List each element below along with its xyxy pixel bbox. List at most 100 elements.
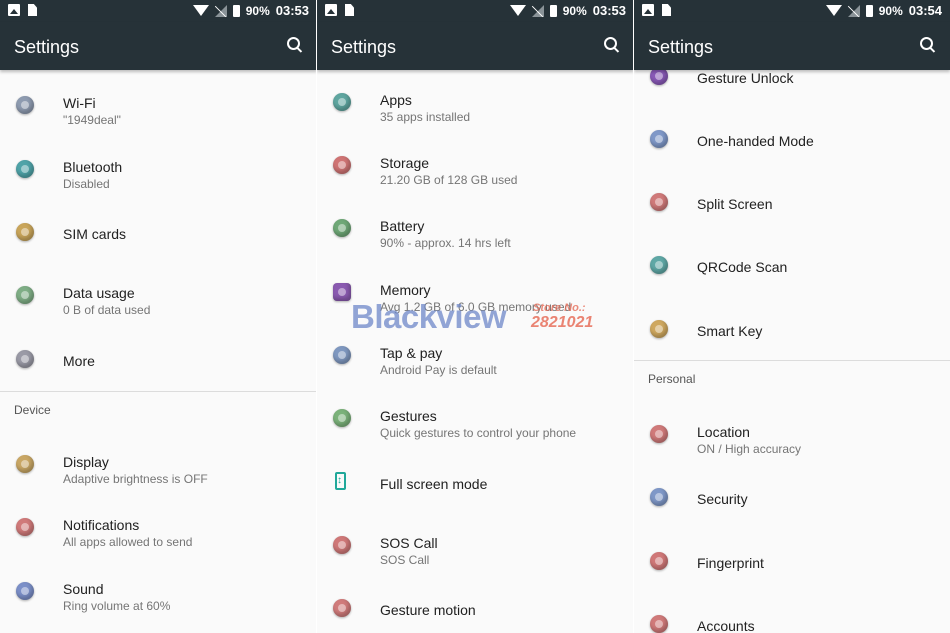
setting-title: One-handed Mode [697, 133, 814, 149]
setting-title: Fingerprint [697, 555, 764, 571]
wifi-icon [16, 96, 34, 114]
setting-full-screen-mode[interactable]: Full screen mode [317, 452, 634, 512]
setting-more[interactable]: More [0, 329, 317, 389]
setting-title: Data usage [63, 285, 135, 301]
setting-sound[interactable]: Sound Ring volume at 60% [0, 561, 317, 621]
setting-subtitle: Avg 1.2 GB of 6.0 GB memory used [380, 300, 572, 314]
setting-smart-key[interactable]: Smart Key [634, 299, 950, 359]
app-bar: Settings [0, 22, 317, 70]
setting-title: Gestures [380, 408, 437, 424]
no-signal-icon [531, 4, 544, 17]
page-title: Settings [331, 37, 397, 57]
setting-title: SIM cards [63, 226, 127, 242]
image-notification-icon [642, 4, 654, 16]
setting-display[interactable]: Display Adaptive brightness is OFF [0, 434, 317, 494]
bluetooth-icon [16, 160, 34, 178]
memory-icon [333, 283, 351, 301]
setting-notifications[interactable]: Notifications All apps allowed to send [0, 497, 317, 557]
smart-key-icon [650, 320, 668, 338]
setting-location[interactable]: Location ON / High accuracy [634, 404, 950, 464]
battery-icon [232, 4, 240, 17]
setting-qrcode-scan[interactable]: QRCode Scan [634, 235, 950, 295]
setting-subtitle: Disabled [63, 177, 110, 191]
wifi-signal-icon [509, 5, 526, 16]
setting-accounts[interactable]: Accounts [634, 594, 950, 633]
divider [634, 360, 950, 361]
setting-subtitle: Ring volume at 60% [63, 599, 171, 613]
status-bar: 90% 03:53 [317, 0, 634, 22]
setting-data-usage[interactable]: Data usage 0 B of data used [0, 265, 317, 325]
setting-title: Memory [380, 282, 431, 298]
setting-bluetooth[interactable]: Bluetooth Disabled [0, 139, 317, 199]
battery-icon [549, 4, 557, 17]
settings-screen-1: 90% 03:53 Settings Wi-Fi "1949deal" Blue… [0, 0, 317, 633]
section-header-device: Device [14, 403, 51, 417]
page-title: Settings [14, 37, 80, 57]
split-screen-icon [650, 193, 668, 211]
setting-gestures[interactable]: Gestures Quick gestures to control your … [317, 388, 634, 448]
apps-icon [333, 93, 351, 111]
setting-gesture-motion[interactable]: Gesture motion [317, 578, 634, 633]
no-signal-icon [847, 4, 860, 17]
section-header-personal: Personal [648, 372, 696, 386]
setting-fingerprint[interactable]: Fingerprint [634, 531, 950, 591]
setting-title: Storage [380, 155, 430, 171]
settings-screen-3: 90% 03:54 Settings Gesture Unlock One-ha… [634, 0, 950, 633]
setting-wifi[interactable]: Wi-Fi "1949deal" [0, 75, 317, 135]
settings-list: Apps 35 apps installed Storage 21.20 GB … [317, 70, 634, 633]
setting-subtitle: 90% - approx. 14 hrs left [380, 236, 511, 250]
setting-apps[interactable]: Apps 35 apps installed [317, 72, 634, 132]
setting-memory[interactable]: Memory Avg 1.2 GB of 6.0 GB memory used [317, 262, 634, 322]
app-bar: Settings [634, 22, 950, 70]
tap-pay-icon [333, 346, 351, 364]
setting-subtitle: Adaptive brightness is OFF [63, 472, 208, 486]
setting-title: Wi-Fi [63, 95, 96, 111]
image-notification-icon [325, 4, 337, 16]
search-icon[interactable] [604, 37, 620, 53]
setting-title: More [63, 353, 95, 369]
setting-title: QRCode Scan [697, 259, 788, 275]
setting-security[interactable]: Security [634, 467, 950, 527]
search-icon[interactable] [287, 37, 303, 53]
file-notification-icon [345, 4, 354, 16]
setting-one-handed-mode[interactable]: One-handed Mode [634, 109, 950, 169]
setting-split-screen[interactable]: Split Screen [634, 172, 950, 232]
sim-card-icon [16, 223, 34, 241]
setting-title: Security [697, 491, 748, 507]
setting-subtitle: 21.20 GB of 128 GB used [380, 173, 518, 187]
setting-title: Bluetooth [63, 159, 123, 175]
settings-list: Wi-Fi "1949deal" Bluetooth Disabled SIM … [0, 70, 317, 633]
status-bar: 90% 03:54 [634, 0, 950, 22]
setting-sos-call[interactable]: SOS Call SOS Call [317, 515, 634, 575]
setting-title: Notifications [63, 517, 140, 533]
status-bar: 90% 03:53 [0, 0, 317, 22]
setting-battery[interactable]: Battery 90% - approx. 14 hrs left [317, 198, 634, 258]
clock: 03:54 [908, 3, 942, 18]
clock: 03:53 [275, 3, 309, 18]
setting-title: Accounts [697, 618, 755, 633]
setting-sim-cards[interactable]: SIM cards [0, 202, 317, 262]
setting-title: SOS Call [380, 535, 438, 551]
full-screen-icon [335, 472, 346, 490]
setting-subtitle: ON / High accuracy [697, 442, 802, 456]
sound-icon [16, 582, 34, 600]
setting-subtitle: All apps allowed to send [63, 535, 193, 549]
search-icon[interactable] [920, 37, 936, 53]
image-notification-icon [8, 4, 20, 16]
app-bar: Settings [317, 22, 634, 70]
setting-tap-pay[interactable]: Tap & pay Android Pay is default [317, 325, 634, 385]
security-icon [650, 488, 668, 506]
sos-icon [333, 536, 351, 554]
clock: 03:53 [592, 3, 626, 18]
settings-list: Gesture Unlock One-handed Mode Split Scr… [634, 67, 950, 633]
more-icon [16, 350, 34, 368]
fingerprint-icon [650, 552, 668, 570]
location-icon [650, 425, 668, 443]
battery-percent: 90% [245, 3, 270, 18]
setting-storage[interactable]: Storage 21.20 GB of 128 GB used [317, 135, 634, 195]
setting-subtitle: SOS Call [380, 553, 430, 567]
setting-subtitle: Quick gestures to control your phone [380, 426, 577, 440]
setting-title: Display [63, 454, 109, 470]
setting-title: Gesture motion [380, 602, 476, 618]
setting-title: Smart Key [697, 323, 763, 339]
